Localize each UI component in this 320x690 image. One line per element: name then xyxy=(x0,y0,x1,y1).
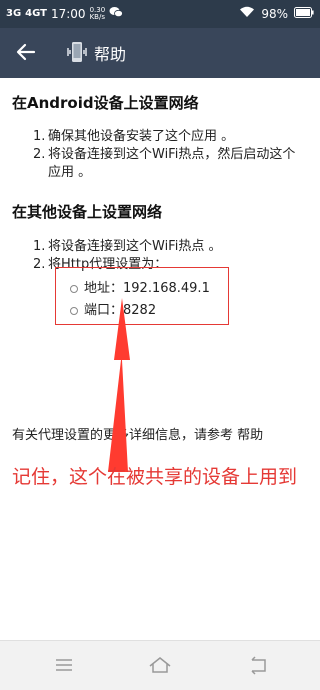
section-heading-other: 在其他设备上设置网络 xyxy=(12,203,163,221)
status-time: 17:00 xyxy=(50,6,86,21)
back-icon[interactable] xyxy=(246,655,270,675)
status-bar: 3G 4GT 17:00 0.30 KB/s 98% xyxy=(0,0,320,28)
menu-icon[interactable] xyxy=(52,655,76,675)
android-steps: 1. 确保其他设备安装了这个应用 。 2. 将设备连接到这个WiFi热点，然后启动这… xyxy=(33,128,308,182)
phone-vibrate-icon xyxy=(66,40,88,66)
battery-percent: 98% xyxy=(261,6,288,21)
app-bar: 帮助 xyxy=(0,28,320,78)
nav-bar xyxy=(0,640,320,690)
network-speed: 0.30 KB/s xyxy=(89,5,106,21)
section-heading-android: 在Android设备上设置网络 xyxy=(12,94,199,112)
carrier-right: 4GT xyxy=(25,8,47,19)
battery-icon xyxy=(294,6,314,21)
list-item: 1. 将设备连接到这个WiFi热点 。 xyxy=(33,239,222,254)
arrow-left-icon[interactable] xyxy=(14,40,38,64)
wifi-icon xyxy=(239,6,255,21)
list-item: 1. 确保其他设备安装了这个应用 。 xyxy=(33,129,235,144)
more-info-text[interactable]: 有关代理设置的更多详细信息，请参考 帮助 xyxy=(12,424,263,443)
wechat-icon xyxy=(109,6,124,21)
highlight-box xyxy=(55,267,229,325)
list-item: 2. 将设备连接到这个WiFi热点，然后启动这个应用 。 xyxy=(33,147,296,180)
home-icon[interactable] xyxy=(148,655,172,675)
carrier-left: 3G xyxy=(6,8,22,19)
page-title: 帮助 xyxy=(94,45,127,64)
annotation-note: 记住，这个在被共享的设备上用到 xyxy=(12,466,298,488)
